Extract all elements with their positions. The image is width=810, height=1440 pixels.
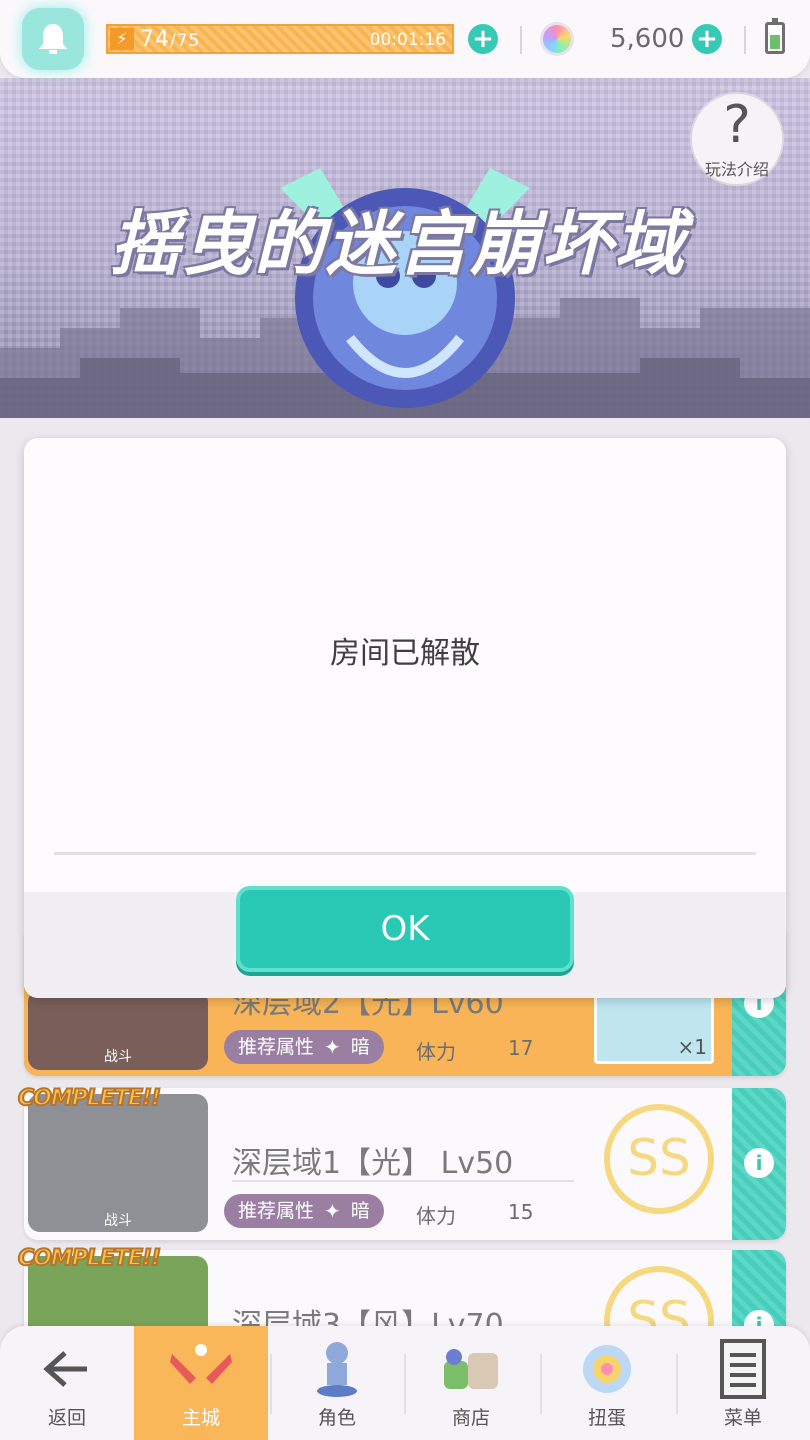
bell-icon [39, 24, 67, 54]
how-to-play-label: 玩法介绍 [704, 160, 769, 179]
nav-back[interactable]: 返回 [0, 1326, 134, 1440]
stamina-cost-value: 15 [508, 1200, 534, 1224]
divider [232, 1180, 574, 1182]
add-gem-button[interactable]: + [692, 24, 722, 54]
recommended-element-pill: 推荐属性 ✦ 暗 [224, 1194, 384, 1228]
nav-label: 返回 [47, 1407, 86, 1429]
nav-character[interactable]: 角色 [270, 1326, 404, 1440]
ok-button[interactable]: OK [236, 886, 574, 972]
nav-menu[interactable]: 菜单 [676, 1326, 810, 1440]
nav-shop[interactable]: 商店 [404, 1326, 538, 1440]
notification-bell-button[interactable] [22, 8, 84, 70]
recommended-label: 推荐属性 [238, 1200, 315, 1222]
stage-info-button[interactable]: i [732, 1088, 786, 1240]
nav-label: 菜单 [723, 1407, 762, 1429]
nav-label: 角色 [317, 1407, 356, 1429]
stamina-cost-value: 17 [508, 1036, 534, 1060]
stamina-value: 74/75 [140, 27, 201, 52]
lightning-icon: ⚡ [110, 28, 134, 50]
add-stamina-button[interactable]: + [468, 24, 498, 54]
pinball-flipper-icon [167, 1338, 235, 1400]
stamina-timer: 00:01:16 [369, 30, 446, 50]
complete-badge: COMPLETE!! [17, 1245, 162, 1272]
question-icon: ? [723, 95, 751, 155]
stamina-cost-label: 体力 [416, 1040, 456, 1064]
reward-count: ×1 [677, 1035, 707, 1059]
shop-bags-icon [437, 1338, 505, 1400]
banner-title: 摇曳的迷宫崩坏域 [110, 203, 686, 285]
bottom-navigation: 返回 主城 角色 商店 扭蛋 菜单 [0, 1326, 810, 1440]
rank-badge: SS [604, 1104, 714, 1214]
dialog-divider [54, 852, 756, 855]
how-to-play-button[interactable]: ? 玩法介绍 [690, 92, 784, 186]
recommended-label: 推荐属性 [238, 1036, 315, 1058]
divider [520, 26, 522, 54]
stamina-bar: ⚡ 74/75 00:01:16 [106, 24, 454, 54]
nav-gacha[interactable]: 扭蛋 [540, 1326, 674, 1440]
stamina-cost-label: 体力 [416, 1204, 456, 1228]
element-name: 暗 [350, 1200, 370, 1222]
stage-type-label: 战斗 [104, 1213, 132, 1229]
nav-label: 主城 [181, 1407, 220, 1429]
complete-badge: COMPLETE!! [17, 1085, 162, 1112]
dark-element-icon: ✦ [324, 1199, 341, 1223]
dark-element-icon: ✦ [324, 1035, 341, 1059]
rainbow-gem-icon [540, 22, 574, 56]
menu-list-icon [709, 1338, 777, 1400]
gem-count: 5,600 [610, 24, 685, 54]
element-name: 暗 [350, 1036, 370, 1058]
character-figure-icon [303, 1338, 371, 1400]
stage-type-label: 战斗 [104, 1049, 132, 1065]
dialog-message: 房间已解散 [330, 636, 480, 671]
nav-label: 扭蛋 [587, 1407, 626, 1429]
divider [744, 26, 746, 54]
info-icon: i [744, 1148, 774, 1178]
stage-name: 深层域1【光】 Lv50 [232, 1146, 514, 1181]
recommended-element-pill: 推荐属性 ✦ 暗 [224, 1030, 384, 1064]
event-banner: 摇曳的迷宫崩坏域 ? 玩法介绍 [0, 78, 810, 418]
nav-home[interactable]: 主城 [134, 1326, 268, 1440]
top-status-bar: ⚡ 74/75 00:01:16 + 5,600 + [0, 0, 810, 78]
back-arrow-icon [33, 1338, 101, 1400]
nav-label: 商店 [451, 1407, 490, 1429]
reward-card: ×1 [594, 994, 714, 1064]
battery-icon [765, 18, 785, 54]
gacha-orb-icon [573, 1338, 641, 1400]
